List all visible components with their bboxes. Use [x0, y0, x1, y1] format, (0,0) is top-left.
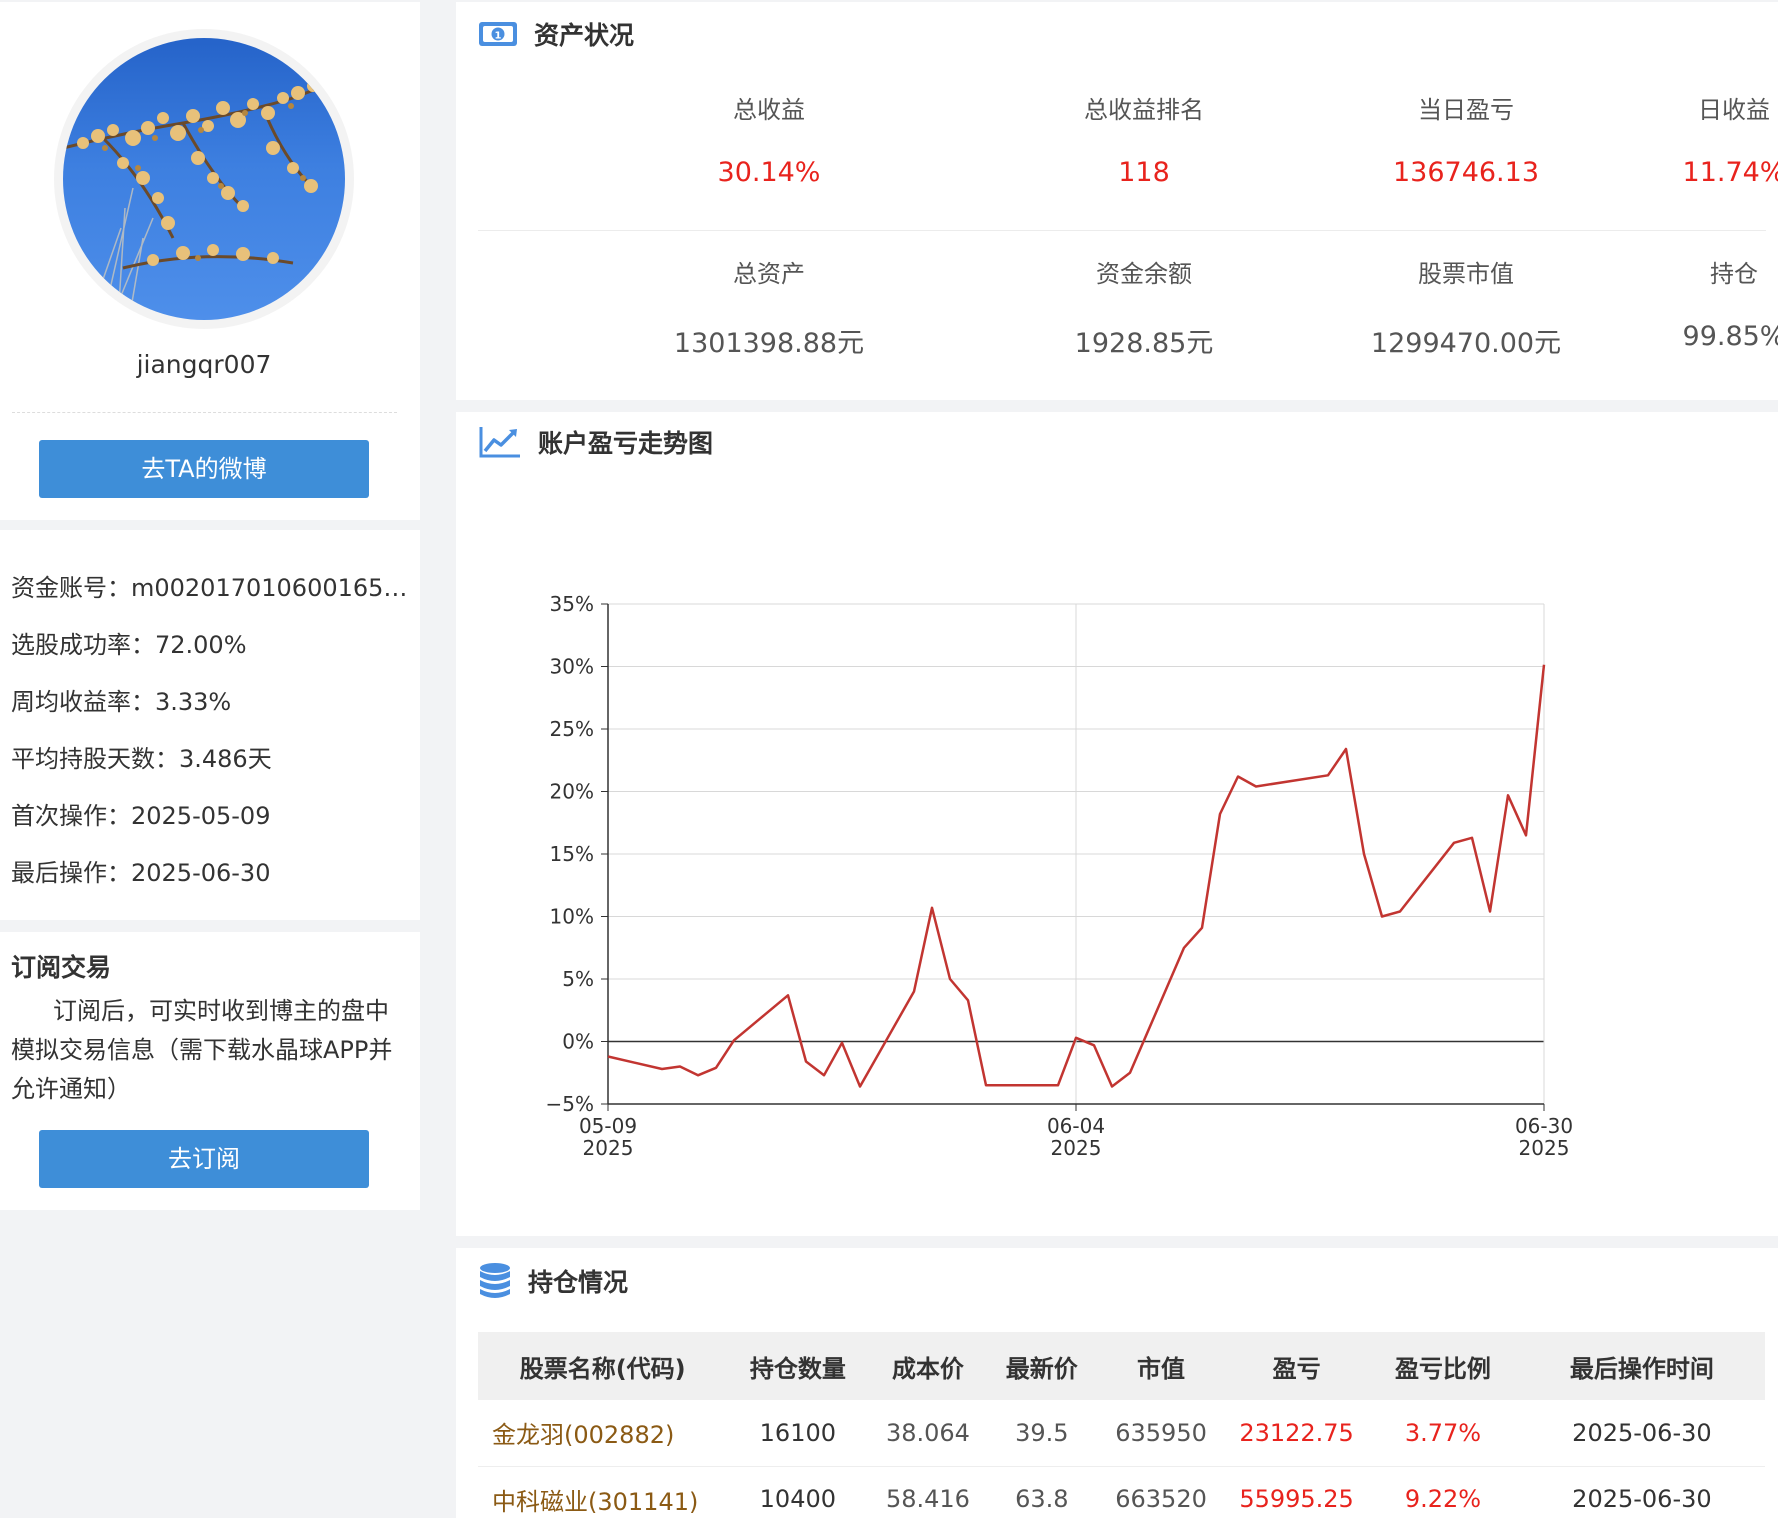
trend-panel: 账户盈亏走势图 35% 30% 25% 20% 15% 10% 5% 0% −5% 05-09 20…: [456, 412, 1778, 1236]
x-tick-label: 06-30: [1515, 1114, 1573, 1138]
stat-label: 日收益: [1698, 96, 1770, 124]
pnl-ratio: 3.77%: [1367, 1400, 1519, 1467]
stat-value: 99.85%: [1682, 321, 1778, 352]
stat-daily-return: 日收益 11.74%: [1584, 90, 1778, 188]
stat-label: 持仓: [1710, 260, 1758, 288]
positions-title: 持仓情况: [528, 1268, 629, 1297]
column-header[interactable]: 股票名称(代码): [478, 1332, 727, 1400]
stat-label: 总收益: [733, 96, 805, 124]
y-tick-label: 35%: [550, 592, 594, 616]
avatar[interactable]: [63, 38, 345, 320]
latest-price: 39.5: [987, 1400, 1096, 1467]
positions-header: 持仓情况: [478, 1262, 628, 1300]
table-row[interactable]: 中科磁业(301141) 10400 58.416 63.8 663520 55…: [478, 1466, 1765, 1518]
holding-quantity: 16100: [727, 1400, 869, 1467]
pnl-line-chart: 35%30%25%20%15%10%5%0%−5%05-09202506-042…: [546, 592, 1574, 1160]
column-header[interactable]: 最新价: [988, 1332, 1096, 1400]
success-rate: 选股成功率：72.00%: [11, 631, 247, 659]
pnl: 55995.25: [1226, 1466, 1368, 1518]
database-icon: [480, 1263, 510, 1298]
market-value: 663520: [1096, 1466, 1227, 1518]
cost-price: 38.064: [868, 1400, 988, 1467]
first-operation: 首次操作：2025-05-09: [11, 802, 271, 830]
money-icon: 1: [479, 22, 517, 46]
y-tick-label: 15%: [550, 842, 594, 866]
x-tick-label: 05-09: [579, 1114, 637, 1138]
stock-name-link[interactable]: 金龙羽(002882): [478, 1400, 728, 1467]
stock-name-link[interactable]: 中科磁业(301141): [478, 1466, 728, 1518]
stat-stock-value: 股票市值 1299470.00元: [1316, 254, 1616, 360]
table-header-row: 股票名称(代码) 持仓数量 成本价 最新价 市值 盈亏 盈亏比例 最后操作时间: [478, 1332, 1765, 1400]
y-tick-label: 10%: [550, 905, 594, 929]
y-tick-label: 0%: [562, 1030, 594, 1054]
subscribe-button[interactable]: 去订阅: [39, 1130, 369, 1188]
stat-label: 资金余额: [1096, 260, 1192, 288]
table-row[interactable]: 金龙羽(002882) 16100 38.064 39.5 635950 231…: [478, 1400, 1765, 1467]
weibo-button[interactable]: 去TA的微博: [39, 440, 369, 498]
profile-card: jiangqr007 去TA的微博: [0, 2, 420, 520]
stat-value: 1299470.00元: [1370, 328, 1562, 359]
y-tick-label: 25%: [550, 717, 594, 741]
stat-label: 总收益排名: [1084, 96, 1204, 124]
svg-text:1: 1: [495, 31, 502, 42]
subscribe-title: 订阅交易: [11, 953, 112, 982]
assets-panel: 1 资产状况 总收益 30.14% 总收益排名 118 当日盈亏 136746.…: [456, 2, 1778, 400]
y-tick-label: 20%: [550, 780, 594, 804]
stat-value: 30.14%: [717, 157, 821, 188]
avg-hold-days: 平均持股天数：3.486天: [11, 745, 272, 773]
stat-return-rank: 总收益排名 118: [994, 90, 1294, 188]
stat-value: 11.74%: [1682, 157, 1778, 188]
stat-label: 总资产: [733, 260, 805, 288]
market-value: 635950: [1096, 1400, 1227, 1467]
x-tick-label: 06-04: [1047, 1114, 1105, 1138]
last-operation-time: 2025-06-30: [1518, 1466, 1765, 1518]
positions-panel: 持仓情况 股票名称(代码) 持仓数量 成本价 最新价 市值 盈亏 盈亏比例 最后…: [456, 1248, 1778, 1518]
last-operation-time: 2025-06-30: [1518, 1400, 1765, 1467]
pnl: 23122.75: [1226, 1400, 1368, 1467]
column-header[interactable]: 成本价: [868, 1332, 987, 1400]
username: jiangqr007: [136, 350, 272, 379]
x-tick-label: 2025: [583, 1136, 634, 1160]
positions-table: 股票名称(代码) 持仓数量 成本价 最新价 市值 盈亏 盈亏比例 最后操作时间 …: [478, 1332, 1765, 1518]
cost-price: 58.416: [868, 1466, 988, 1518]
stat-cash-balance: 资金余额 1928.85元: [994, 254, 1294, 360]
y-tick-label: 30%: [550, 655, 594, 679]
account-info-card: 资金账号：m002017010600165… 选股成功率：72.00% 周均收益…: [0, 530, 420, 920]
column-header[interactable]: 市值: [1096, 1332, 1226, 1400]
divider: [12, 412, 397, 413]
column-header[interactable]: 盈亏比例: [1367, 1332, 1519, 1400]
last-operation: 最后操作：2025-06-30: [11, 859, 271, 887]
x-tick-label: 2025: [1051, 1136, 1102, 1160]
x-tick-label: 2025: [1519, 1136, 1570, 1160]
stat-position-ratio: 持仓 99.85%: [1584, 254, 1778, 352]
stat-total-return: 总收益 30.14%: [619, 90, 919, 188]
stat-total-assets: 总资产 1301398.88元: [619, 254, 919, 360]
stat-label: 当日盈亏: [1418, 96, 1514, 124]
avatar-ring: [54, 29, 354, 329]
y-tick-label: −5%: [546, 1092, 595, 1116]
column-header[interactable]: 盈亏: [1226, 1332, 1367, 1400]
assets-title: 资产状况: [534, 21, 635, 50]
pnl-ratio: 9.22%: [1367, 1466, 1519, 1518]
stat-value: 136746.13: [1392, 157, 1539, 188]
stat-value: 118: [1118, 157, 1170, 188]
fund-account: 资金账号：m002017010600165…: [11, 574, 408, 602]
divider: [478, 230, 1766, 231]
avatar-image: [63, 73, 345, 320]
latest-price: 63.8: [987, 1466, 1096, 1518]
y-tick-label: 5%: [562, 967, 594, 991]
stat-label: 股票市值: [1418, 260, 1514, 288]
holding-quantity: 10400: [727, 1466, 869, 1518]
assets-header: 1 资产状况: [478, 16, 634, 52]
column-header[interactable]: 最后操作时间: [1519, 1332, 1765, 1400]
stat-value: 1928.85元: [1074, 328, 1214, 359]
column-header[interactable]: 持仓数量: [727, 1332, 868, 1400]
subscribe-card: 订阅交易 订阅后，可实时收到博主的盘中模拟交易信息（需下载水晶球APP并允许通知…: [0, 932, 420, 1210]
stat-daily-pnl: 当日盈亏 136746.13: [1316, 90, 1616, 188]
weekly-return: 周均收益率：3.33%: [11, 688, 232, 716]
subscribe-description: 订阅后，可实时收到博主的盘中模拟交易信息（需下载水晶球APP并允许通知）: [11, 997, 393, 1103]
stat-value: 1301398.88元: [673, 328, 865, 359]
